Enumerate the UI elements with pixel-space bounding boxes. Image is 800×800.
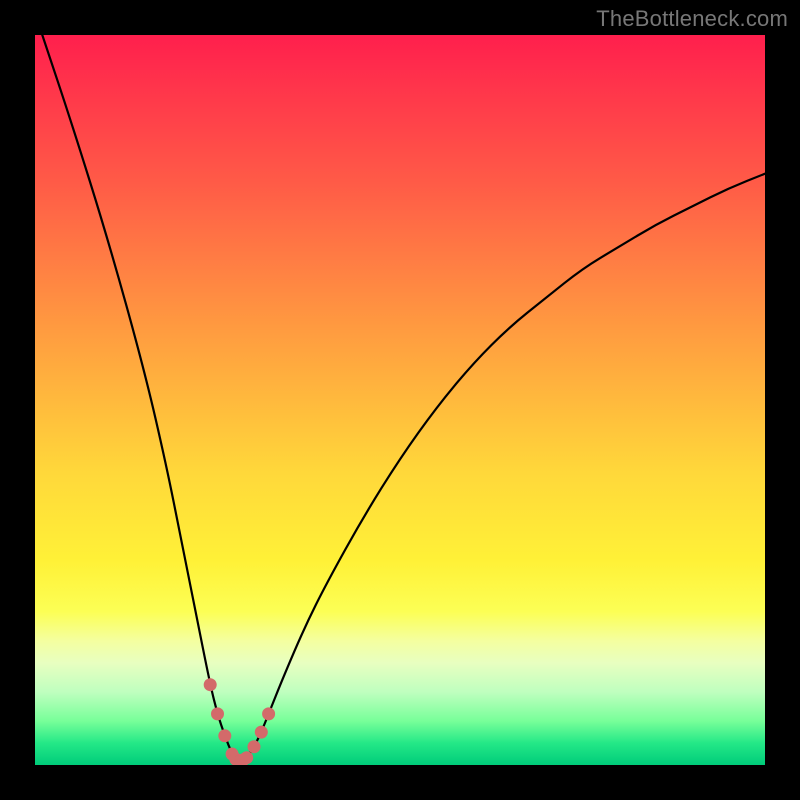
minimum-marker-dot (248, 740, 261, 753)
minimum-marker-dot (218, 729, 231, 742)
watermark-text: TheBottleneck.com (596, 6, 788, 32)
curve-svg (35, 35, 765, 765)
plot-area (35, 35, 765, 765)
minimum-marker-dot (204, 678, 217, 691)
minimum-marker-dot (240, 751, 253, 764)
minimum-marker-dot (211, 707, 224, 720)
bottleneck-curve-path (42, 35, 765, 760)
minimum-marker-dot (255, 726, 268, 739)
outer-frame: TheBottleneck.com (0, 0, 800, 800)
minimum-marker-dot (262, 707, 275, 720)
